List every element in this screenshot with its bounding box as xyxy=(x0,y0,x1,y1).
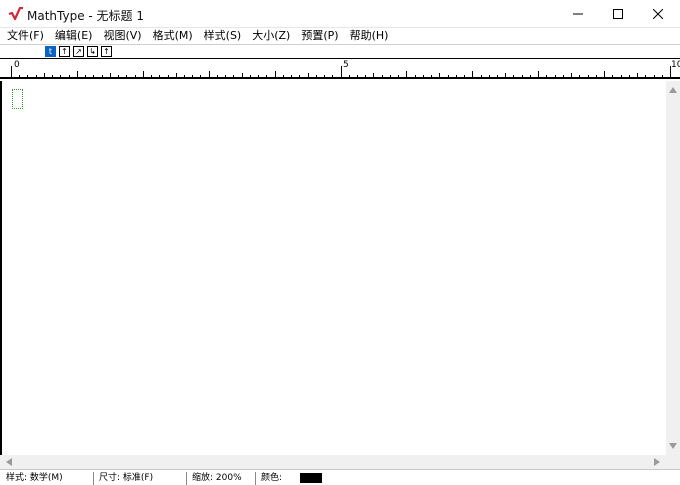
ruler-dot xyxy=(93,77,94,78)
ruler-dot xyxy=(423,77,424,78)
status-style[interactable]: 样式: 数学(M) xyxy=(2,472,94,485)
menu-help[interactable]: 帮助(H) xyxy=(350,28,389,44)
maximize-button[interactable] xyxy=(598,0,638,28)
ruler-dot xyxy=(439,77,440,78)
ruler-dot xyxy=(555,77,556,78)
nudge-up-alt-icon: ↑ xyxy=(103,46,110,56)
ruler-dot xyxy=(456,77,457,78)
ruler-dot xyxy=(324,77,325,78)
ruler-dot xyxy=(489,77,490,78)
scroll-up-icon xyxy=(669,87,677,93)
ruler-dot xyxy=(538,77,539,78)
scroll-left-button[interactable] xyxy=(2,455,16,469)
nudge-up-right-icon: ↗ xyxy=(75,46,82,56)
ruler-dot xyxy=(373,77,374,78)
scroll-corner xyxy=(666,455,680,469)
nudge-up-icon: ↑ xyxy=(61,46,68,56)
close-button[interactable] xyxy=(638,0,678,28)
status-bar: 样式: 数学(M) 尺寸: 标准(F) 缩放: 200% 颜色: xyxy=(0,469,680,485)
menu-size[interactable]: 大小(Z) xyxy=(252,28,290,44)
menu-bar: 文件(F) 编辑(E) 视图(V) 格式(M) 样式(S) 大小(Z) 预置(P… xyxy=(0,28,680,45)
ruler-dot xyxy=(77,77,78,78)
ruler-dot xyxy=(588,77,589,78)
ruler-dot xyxy=(505,77,506,78)
nudge-up-alt-button[interactable]: ↑ xyxy=(101,46,112,57)
ruler-dot xyxy=(571,77,572,78)
ruler-dot xyxy=(192,77,193,78)
nudge-tab-button[interactable]: t xyxy=(45,46,56,57)
ruler-dot xyxy=(522,77,523,78)
nudge-down-right-icon: ↳ xyxy=(89,46,96,56)
ruler-dot xyxy=(654,77,655,78)
status-zoom[interactable]: 缩放: 200% xyxy=(188,472,256,485)
ruler-dot xyxy=(472,77,473,78)
scroll-down-icon xyxy=(669,443,677,449)
close-icon xyxy=(653,9,663,19)
nudge-up-button[interactable]: ↑ xyxy=(59,46,70,57)
ruler-ticks xyxy=(11,66,671,78)
ruler-dot xyxy=(308,77,309,78)
menu-edit[interactable]: 编辑(E) xyxy=(55,28,93,44)
ruler-dot xyxy=(258,77,259,78)
ruler-dot xyxy=(143,77,144,78)
mathtype-radical-icon xyxy=(8,7,23,21)
nudge-up-right-button[interactable]: ↗ xyxy=(73,46,84,57)
ruler-dot xyxy=(27,77,28,78)
scroll-right-button[interactable] xyxy=(650,455,664,469)
ruler-dot xyxy=(225,77,226,78)
nudge-down-right-button[interactable]: ↳ xyxy=(87,46,98,57)
ruler-dot xyxy=(621,77,622,78)
menu-preferences[interactable]: 预置(P) xyxy=(301,28,338,44)
ruler-dot xyxy=(60,77,61,78)
ruler-dot xyxy=(44,77,45,78)
nudge-toolbar: t ↑ ↗ ↳ ↑ xyxy=(0,45,680,59)
ruler[interactable]: 0 5 10 xyxy=(0,60,680,79)
ruler-dot xyxy=(604,77,605,78)
ruler-dot xyxy=(176,77,177,78)
status-color-swatch[interactable] xyxy=(300,473,322,483)
ruler-dot xyxy=(390,77,391,78)
ruler-dot xyxy=(670,77,671,78)
status-color-label: 颜色: xyxy=(261,473,283,483)
menu-style[interactable]: 样式(S) xyxy=(204,28,242,44)
ruler-dot xyxy=(637,77,638,78)
title-bar: MathType - 无标题 1 xyxy=(0,0,680,28)
status-size[interactable]: 尺寸: 标准(F) xyxy=(95,472,187,485)
menu-format[interactable]: 格式(M) xyxy=(153,28,193,44)
ruler-dot xyxy=(110,77,111,78)
ruler-dot xyxy=(209,77,210,78)
ruler-dot xyxy=(242,77,243,78)
window-title: MathType - 无标题 1 xyxy=(27,9,144,23)
minimize-icon xyxy=(573,13,583,15)
ruler-dot xyxy=(159,77,160,78)
ruler-dot xyxy=(406,77,407,78)
maximize-icon xyxy=(613,9,623,19)
ruler-dot xyxy=(275,77,276,78)
ruler-dot xyxy=(126,77,127,78)
input-placeholder-box[interactable] xyxy=(12,89,23,109)
vertical-scrollbar[interactable] xyxy=(666,81,680,455)
scroll-up-button[interactable] xyxy=(666,83,680,97)
scroll-right-icon xyxy=(654,458,660,466)
menu-file[interactable]: 文件(F) xyxy=(7,28,44,44)
horizontal-scrollbar[interactable] xyxy=(0,455,666,469)
ruler-dot xyxy=(11,77,12,78)
minimize-button[interactable] xyxy=(558,0,598,28)
ruler-dot xyxy=(341,77,342,78)
ruler-dot xyxy=(291,77,292,78)
ruler-dot xyxy=(357,77,358,78)
nudge-tab-icon: t xyxy=(48,46,53,56)
equation-editor[interactable] xyxy=(0,81,666,455)
scroll-left-icon xyxy=(6,458,12,466)
menu-view[interactable]: 视图(V) xyxy=(103,28,141,44)
scroll-down-button[interactable] xyxy=(666,439,680,453)
